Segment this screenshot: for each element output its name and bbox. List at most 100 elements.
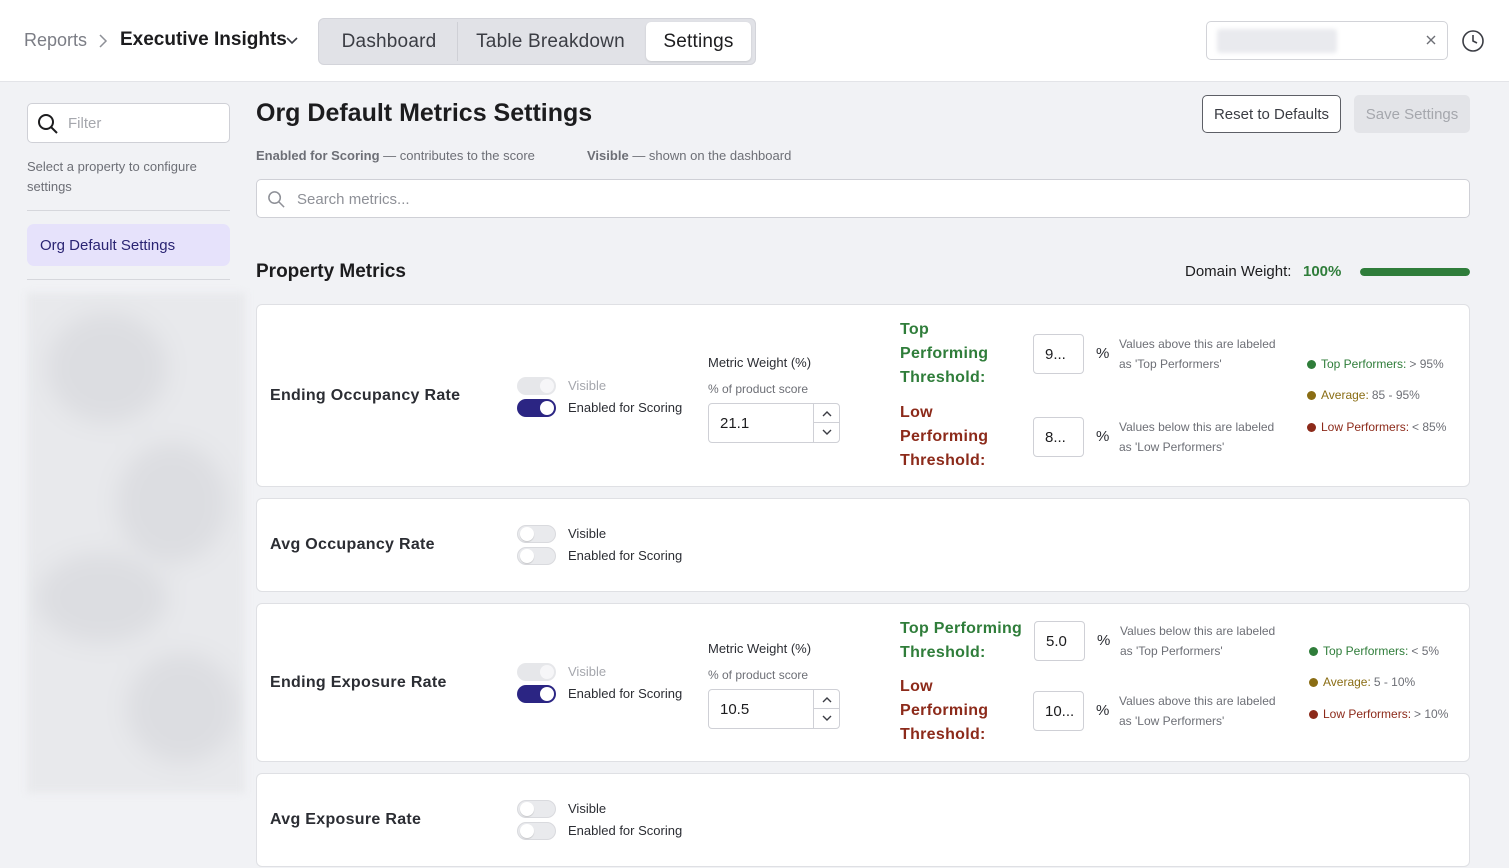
metric-card-avg-occupancy-rate: Avg Occupancy Rate Visible Enabled for S… bbox=[256, 498, 1470, 592]
low-performers-legend: Low Performers: < 85% bbox=[1307, 420, 1446, 434]
toggle-knob bbox=[520, 824, 534, 838]
chevron-down-icon[interactable] bbox=[285, 35, 299, 47]
decrement-button[interactable] bbox=[814, 709, 839, 728]
legend-visible-desc: — shown on the dashboard bbox=[632, 148, 792, 163]
scoring-toggle[interactable] bbox=[517, 822, 556, 840]
domain-weight-bar bbox=[1360, 268, 1470, 276]
property-selector[interactable] bbox=[1206, 21, 1448, 60]
decrement-button[interactable] bbox=[814, 423, 839, 442]
divider bbox=[27, 279, 230, 280]
metric-weight-stepper bbox=[813, 690, 839, 728]
top-threshold-title: Top Performing Threshold: bbox=[900, 620, 1023, 661]
visible-toggle[interactable] bbox=[517, 663, 556, 681]
top-performers-legend: Top Performers: > 95% bbox=[1307, 357, 1444, 371]
metric-weight-input[interactable]: 21.1 bbox=[708, 403, 840, 443]
breadcrumb-current[interactable]: Executive Insights bbox=[120, 29, 287, 51]
breadcrumb-reports[interactable]: Reports bbox=[24, 30, 87, 51]
filter-placeholder: Filter bbox=[68, 115, 102, 132]
tab-table-breakdown[interactable]: Table Breakdown bbox=[457, 22, 643, 61]
top-threshold-title: Top Performing Threshold: bbox=[900, 321, 989, 386]
chevron-right-icon bbox=[99, 34, 108, 48]
metric-search-input[interactable]: Search metrics... bbox=[256, 179, 1470, 218]
chevron-up-icon bbox=[822, 696, 831, 702]
tab-settings[interactable]: Settings bbox=[646, 22, 751, 61]
metric-card-avg-exposure-rate: Avg Exposure Rate Visible Enabled for Sc… bbox=[256, 773, 1470, 867]
chevron-up-icon bbox=[822, 410, 831, 416]
top-threshold-input[interactable]: 5.0 bbox=[1034, 621, 1085, 661]
low-threshold-input[interactable]: 8... bbox=[1033, 417, 1084, 457]
legend-visible: Visible — shown on the dashboard bbox=[587, 148, 791, 163]
metric-name: Ending Occupancy Rate bbox=[270, 387, 461, 404]
sidebar-filter-input[interactable]: Filter bbox=[27, 103, 230, 143]
legend-scoring-desc: — contributes to the score bbox=[383, 148, 535, 163]
domain-weight-bar-fill bbox=[1360, 268, 1470, 276]
metric-search-placeholder: Search metrics... bbox=[297, 191, 410, 208]
top-threshold-desc: Values above this are labeled as 'Top Pe… bbox=[1119, 337, 1276, 371]
tab-dashboard[interactable]: Dashboard bbox=[322, 22, 456, 61]
visible-label: Visible bbox=[568, 664, 607, 679]
scoring-label: Enabled for Scoring bbox=[568, 823, 683, 838]
section-title: Property Metrics bbox=[256, 261, 406, 282]
low-threshold-desc: Values above this are labeled as 'Low Pe… bbox=[1119, 694, 1276, 728]
domain-weight-label: Domain Weight: bbox=[1185, 263, 1292, 280]
search-icon bbox=[268, 191, 285, 208]
legend-scoring-term: Enabled for Scoring bbox=[256, 148, 380, 163]
status-dot bbox=[1307, 422, 1316, 432]
percent-sign: % bbox=[1096, 345, 1110, 362]
average-range: 85 - 95% bbox=[1371, 388, 1420, 402]
low-performers-range: > 10% bbox=[1414, 707, 1449, 721]
metric-name: Avg Occupancy Rate bbox=[270, 536, 435, 553]
reset-to-defaults-button[interactable]: Reset to Defaults bbox=[1202, 95, 1341, 133]
divider bbox=[27, 210, 230, 211]
clock-icon[interactable] bbox=[1461, 29, 1485, 53]
view-tabs: Dashboard Table Breakdown Settings bbox=[318, 18, 756, 65]
top-performers-label: Top Performers: bbox=[1323, 644, 1409, 658]
sidebar-item-org-default-settings[interactable]: Org Default Settings bbox=[27, 224, 230, 266]
top-performers-range: < 5% bbox=[1411, 644, 1440, 658]
visible-toggle[interactable] bbox=[517, 800, 556, 818]
metric-name: Ending Exposure Rate bbox=[270, 674, 447, 691]
metric-weight-label: Metric Weight (%) bbox=[708, 641, 812, 656]
metric-weight-value: 10.5 bbox=[720, 701, 750, 718]
redacted-property-list bbox=[27, 293, 245, 793]
increment-button[interactable] bbox=[814, 404, 839, 423]
low-threshold-input[interactable]: 10... bbox=[1033, 691, 1084, 731]
average-label: Average: bbox=[1321, 388, 1369, 402]
scoring-toggle[interactable] bbox=[517, 547, 556, 565]
scoring-label: Enabled for Scoring bbox=[568, 686, 683, 701]
status-dot bbox=[1309, 646, 1318, 656]
metric-weight-sublabel: % of product score bbox=[708, 382, 809, 396]
toggle-knob bbox=[540, 401, 554, 415]
search-icon bbox=[38, 114, 58, 134]
scoring-toggle[interactable] bbox=[517, 399, 556, 417]
visible-toggle[interactable] bbox=[517, 377, 556, 395]
low-performers-legend: Low Performers: > 10% bbox=[1309, 707, 1448, 721]
metric-weight-sublabel: % of product score bbox=[708, 668, 809, 682]
top-performers-label: Top Performers: bbox=[1321, 357, 1407, 371]
visible-toggle[interactable] bbox=[517, 525, 556, 543]
scoring-label: Enabled for Scoring bbox=[568, 400, 683, 415]
status-dot bbox=[1307, 359, 1316, 369]
close-icon[interactable] bbox=[1425, 34, 1437, 46]
legend-scoring: Enabled for Scoring — contributes to the… bbox=[256, 148, 535, 163]
toggle-knob bbox=[540, 665, 554, 679]
status-dot bbox=[1307, 390, 1316, 400]
metric-weight-input[interactable]: 10.5 bbox=[708, 689, 840, 729]
save-settings-button[interactable]: Save Settings bbox=[1354, 95, 1470, 133]
scoring-toggle[interactable] bbox=[517, 685, 556, 703]
metric-weight-label: Metric Weight (%) bbox=[708, 355, 812, 370]
average-legend: Average: 5 - 10% bbox=[1309, 675, 1415, 689]
metric-weight-stepper bbox=[813, 404, 839, 442]
metric-card-ending-occupancy-rate: Ending Occupancy Rate Visible Enabled fo… bbox=[256, 304, 1470, 487]
average-label: Average: bbox=[1323, 675, 1371, 689]
legend-visible-term: Visible bbox=[587, 148, 629, 163]
increment-button[interactable] bbox=[814, 690, 839, 709]
top-threshold-input[interactable]: 9... bbox=[1033, 334, 1084, 374]
sidebar-help-text: Select a property to configure settings bbox=[27, 159, 197, 194]
toggle-knob bbox=[520, 802, 534, 816]
metric-name: Avg Exposure Rate bbox=[270, 811, 422, 828]
low-performers-range: < 85% bbox=[1412, 420, 1447, 434]
chevron-down-icon bbox=[822, 429, 831, 435]
low-performers-label: Low Performers: bbox=[1323, 707, 1412, 721]
top-performers-range: > 95% bbox=[1409, 357, 1444, 371]
